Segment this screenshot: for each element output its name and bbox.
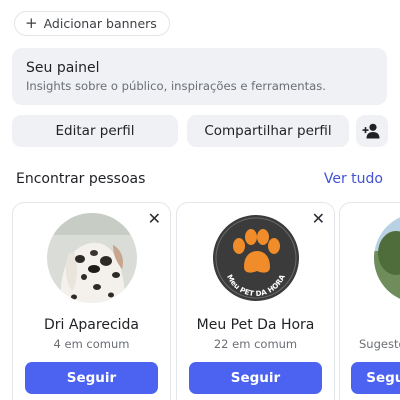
see-all-link[interactable]: Ver tudo — [324, 171, 383, 187]
edit-profile-button[interactable]: Editar perfil — [12, 115, 178, 147]
avatar[interactable] — [46, 213, 137, 303]
discover-people-button[interactable] — [356, 115, 388, 147]
dashboard-title: Seu painel — [26, 60, 100, 76]
add-banners-button[interactable]: + Adicionar banners — [14, 11, 170, 36]
dashboard-subtitle: Insights sobre o público, inspirações e … — [26, 79, 326, 93]
suggestion-name[interactable]: Meu Pet Da Hora — [177, 317, 334, 333]
add-banners-label: Adicionar banners — [43, 16, 157, 31]
mutual-count: Sugestõ — [359, 337, 400, 351]
suggestion-card[interactable]: ✕ Meu PET DA HORA Meu Pet Da Hora 22 em — [176, 202, 335, 400]
follow-button[interactable]: Seguir — [25, 362, 158, 394]
suggestion-card[interactable]: ✕ Dri Aparecida 4 em comum Seguir — [12, 202, 171, 400]
share-profile-button[interactable]: Compartilhar perfil — [187, 115, 349, 147]
mutual-count: 22 em comum — [213, 337, 298, 351]
add-user-icon — [362, 123, 380, 139]
mutual-count: 4 em comum — [53, 337, 130, 351]
follow-button[interactable]: Seguir — [351, 362, 400, 394]
suggestion-name[interactable]: Dri Aparecida — [13, 317, 170, 333]
find-people-heading: Encontrar pessoas — [16, 171, 146, 187]
avatar[interactable] — [374, 213, 400, 303]
close-icon[interactable]: ✕ — [312, 209, 325, 228]
suggestion-card[interactable]: Sugestõ Seguir — [339, 202, 400, 400]
close-icon[interactable]: ✕ — [148, 209, 161, 228]
dashboard-card[interactable]: Seu painel Insights sobre o público, ins… — [12, 48, 387, 105]
follow-button[interactable]: Seguir — [189, 362, 322, 394]
plus-icon: + — [25, 14, 38, 32]
avatar[interactable]: Meu PET DA HORA — [210, 213, 301, 303]
profile-screen: + Adicionar banners Seu painel Insights … — [0, 0, 400, 400]
